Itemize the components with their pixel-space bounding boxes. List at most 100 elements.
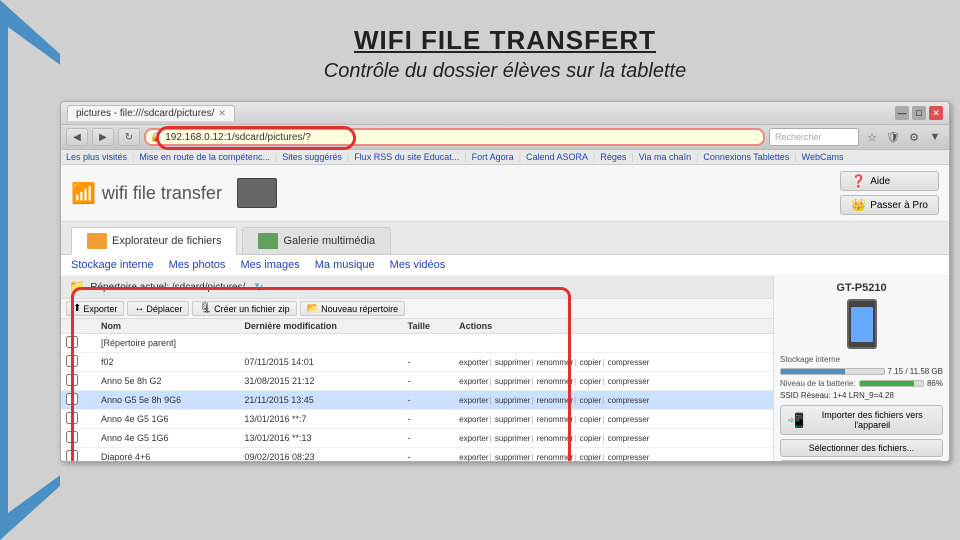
row-checkbox[interactable]	[66, 355, 78, 367]
window-controls: — □ ✕	[895, 106, 943, 120]
storage-value: 7.15 / 11.58 GB	[888, 367, 943, 376]
file-date: 13/01/2016 **:13	[239, 429, 402, 448]
file-actions-cell: exporter| supprimer| renommer| copier| c…	[454, 391, 773, 410]
photo-tab-icon	[258, 233, 278, 249]
table-row[interactable]: Anno 4e G5 1G6 13/01/2016 **:13 - export…	[61, 429, 773, 448]
header-right: ❓ Aide 👑 Passer à Pro	[840, 171, 939, 215]
table-row[interactable]: [Répertoire parent]	[61, 334, 773, 353]
file-date: 09/02/2016 08:23	[239, 448, 402, 462]
file-actions-cell: exporter| supprimer| renommer| copier| c…	[454, 372, 773, 391]
menu-icon[interactable]: ▼	[926, 128, 944, 146]
row-checkbox[interactable]	[66, 450, 78, 461]
aide-label: Aide	[870, 176, 890, 187]
table-row[interactable]: Anno 5e 8h G2 31/08/2015 21:12 - exporte…	[61, 372, 773, 391]
tab-galerie-label: Galerie multimédia	[283, 235, 375, 247]
shield-icon[interactable]: 🛡	[884, 128, 902, 146]
left-inner-cutout	[8, 0, 60, 540]
bookmark-item[interactable]: Mise en route de la compétenc...	[139, 152, 270, 162]
tab-explorateur[interactable]: Explorateur de fichiers	[71, 227, 237, 255]
tab-close-button[interactable]: ✕	[218, 108, 226, 119]
close-button[interactable]: ✕	[929, 106, 943, 120]
file-actions-cell: exporter| supprimer| renommer| copier| c…	[454, 448, 773, 462]
col-name: Nom	[96, 319, 239, 334]
pro-label: Passer à Pro	[870, 200, 928, 211]
minimize-button[interactable]: —	[895, 106, 909, 120]
refresh-button[interactable]: ↻	[118, 128, 140, 146]
row-checkbox[interactable]	[66, 393, 78, 405]
select-folder-button[interactable]: Select folder...	[780, 460, 943, 462]
device-panel: GT-P5210 Stockage interne 7.15 / 11.58 G…	[774, 276, 949, 461]
bookmark-item[interactable]: Les plus visités	[66, 152, 127, 162]
export-button[interactable]: ⬆ Exporter	[66, 301, 124, 316]
device-phone-image	[847, 299, 877, 349]
bookmark-item[interactable]: Via ma chaîn	[639, 152, 691, 162]
select-files-label: Sélectionner des fichiers...	[809, 443, 915, 453]
file-browser-header: 📁 Répertoire actuel: /sdcard/pictures/ ↻	[61, 276, 773, 299]
file-size: -	[403, 448, 454, 462]
bookmark-item[interactable]: WebCams	[802, 152, 844, 162]
subnav-stockage[interactable]: Stockage interne	[71, 259, 154, 271]
col-check	[61, 319, 96, 334]
tab-label: pictures - file:///sdcard/pictures/	[76, 108, 214, 119]
title-section: WIFI FILE TRANSFERT Contrôle du dossier …	[60, 10, 950, 93]
file-actions-toolbar: ⬆ Exporter ↔ Déplacer 🗜 Créer un fichier…	[61, 299, 773, 319]
battery-row: Niveau de la batterie: 86%	[780, 379, 943, 388]
file-date: 31/08/2015 21:12	[239, 372, 402, 391]
browser-titlebar: pictures - file:///sdcard/pictures/ ✕ — …	[61, 102, 949, 125]
subnav-videos[interactable]: Mes vidéos	[390, 259, 446, 271]
back-button[interactable]: ◀	[66, 128, 88, 146]
tab-explorateur-label: Explorateur de fichiers	[112, 235, 221, 247]
bookmark-item[interactable]: Règes	[600, 152, 626, 162]
search-bar[interactable]: Rechercher	[769, 128, 859, 146]
file-size: -	[403, 372, 454, 391]
file-size: -	[403, 410, 454, 429]
table-row[interactable]: Anno 4e G5 1G6 13/01/2016 **:7 - exporte…	[61, 410, 773, 429]
create-zip-button[interactable]: 🗜 Créer un fichier zip	[192, 301, 296, 316]
tab-galerie[interactable]: Galerie multimédia	[242, 227, 391, 254]
main-content: WIFI FILE TRANSFERT Contrôle du dossier …	[60, 10, 950, 530]
ssid-row: SSID Réseau: 1+4 LRN_9=4.28	[780, 391, 943, 400]
move-button[interactable]: ↔ Déplacer	[127, 301, 189, 316]
row-checkbox[interactable]	[66, 374, 78, 386]
file-name: f02	[96, 353, 239, 372]
subnav-musique[interactable]: Ma musique	[315, 259, 375, 271]
search-placeholder: Rechercher	[775, 132, 822, 142]
import-button[interactable]: 📲 Importer des fichiers vers l'appareil	[780, 405, 943, 435]
settings-icon[interactable]: ⚙	[905, 128, 923, 146]
browser-tab[interactable]: pictures - file:///sdcard/pictures/ ✕	[67, 105, 235, 121]
bookmark-item[interactable]: Fort Agora	[472, 152, 514, 162]
file-actions-cell: exporter| supprimer| renommer| copier| c…	[454, 410, 773, 429]
select-files-button[interactable]: Sélectionner des fichiers...	[780, 439, 943, 457]
new-folder-button[interactable]: 📂 Nouveau répertoire	[300, 301, 406, 316]
pro-button[interactable]: 👑 Passer à Pro	[840, 195, 939, 215]
row-checkbox[interactable]	[66, 412, 78, 424]
subnav-images[interactable]: Mes images	[240, 259, 299, 271]
bookmark-item[interactable]: Sites suggérés	[282, 152, 342, 162]
subnav-photos[interactable]: Mes photos	[169, 259, 226, 271]
table-row[interactable]: Diaporé 4+6 09/02/2016 08:23 - exporter|…	[61, 448, 773, 462]
address-bar[interactable]: 🔒 192.168.0.12:1/sdcard/pictures/?	[144, 128, 765, 146]
bookmark-item[interactable]: Connexions Tablettes	[703, 152, 789, 162]
forward-button[interactable]: ▶	[92, 128, 114, 146]
col-date: Dernière modification	[239, 319, 402, 334]
row-checkbox[interactable]	[66, 431, 78, 443]
import-icon: 📲	[787, 412, 804, 429]
page-subtitle: Contrôle du dossier élèves sur la tablet…	[60, 60, 950, 83]
aide-button[interactable]: ❓ Aide	[840, 171, 939, 191]
file-name: Diaporé 4+6	[96, 448, 239, 462]
zip-icon: 🗜	[199, 303, 212, 314]
sub-nav: Stockage interne Mes photos Mes images M…	[61, 255, 949, 276]
star-icon[interactable]: ☆	[863, 128, 881, 146]
maximize-button[interactable]: □	[912, 106, 926, 120]
table-row[interactable]: f02 07/11/2015 14:01 - exporter| supprim…	[61, 353, 773, 372]
bookmark-item[interactable]: Flux RSS du site Educat...	[354, 152, 459, 162]
file-actions-cell	[454, 334, 773, 353]
table-row[interactable]: Anno G5 5e 8h 9G6 21/11/2015 13:45 - exp…	[61, 391, 773, 410]
ssid-value: 1+4 LRN_9=4.28	[833, 391, 894, 400]
move-icon: ↔	[134, 303, 144, 314]
app-title: wifi file transfer	[102, 183, 222, 204]
bookmark-item[interactable]: Calend ASORA	[526, 152, 588, 162]
storage-bar	[780, 368, 885, 375]
row-checkbox[interactable]	[66, 336, 78, 348]
refresh-icon[interactable]: ↻	[254, 281, 263, 294]
